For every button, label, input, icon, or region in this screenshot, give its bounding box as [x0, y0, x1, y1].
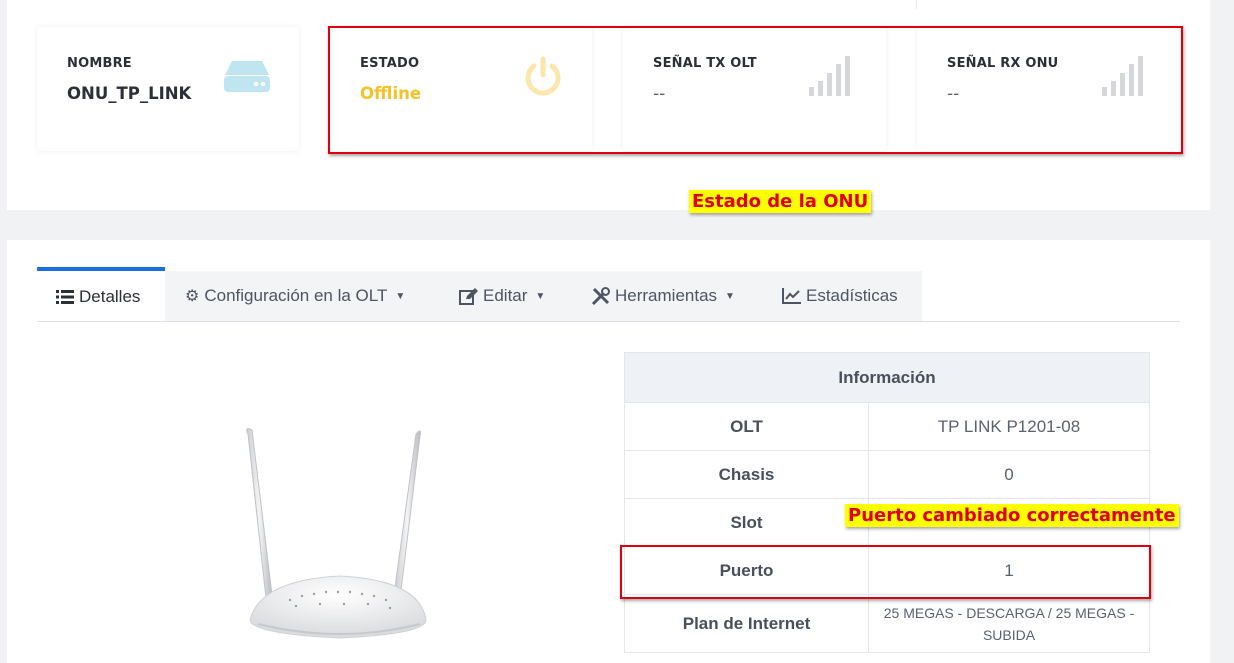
tab-editar-label: Editar	[483, 286, 528, 305]
tab-herramientas[interactable]: Herramientas ▼	[591, 271, 751, 321]
nombre-value: ONU_TP_LINK	[67, 84, 192, 103]
top-tab-stub	[916, 0, 1210, 9]
nombre-card: NOMBRE ONU_TP_LINK	[37, 27, 299, 151]
nombre-label: NOMBRE	[67, 56, 132, 71]
row-value-plan: 25 MEGAS - DESCARGA / 25 MEGAS - SUBIDA	[868, 594, 1150, 653]
row-value-chasis: 0	[868, 450, 1150, 499]
tab-herramientas-label: Herramientas	[615, 286, 718, 305]
tab-configuracion-label: Configuración en la OLT	[204, 286, 388, 305]
estado-annotation-box	[328, 26, 1183, 154]
table-row: Chasis 0	[624, 450, 1150, 499]
table-row: OLT TP LINK P1201-08	[624, 402, 1150, 451]
info-table-header: Información	[624, 352, 1150, 403]
tab-estadisticas[interactable]: Estadísticas	[782, 271, 920, 321]
table-row: Plan de Internet 25 MEGAS - DESCARGA / 2…	[624, 594, 1150, 653]
row-value-olt: TP LINK P1201-08	[868, 402, 1150, 451]
chart-icon	[782, 288, 801, 304]
server-icon	[224, 61, 270, 92]
edit-icon	[459, 287, 478, 305]
tab-detalles-label: Detalles	[79, 286, 141, 306]
chevron-down-icon: ▼	[395, 290, 406, 302]
tab-estadisticas-label: Estadísticas	[806, 286, 898, 305]
tab-editar[interactable]: Editar ▼	[459, 271, 559, 321]
row-key-olt: OLT	[624, 402, 869, 451]
estado-annotation-label: Estado de la ONU	[689, 190, 872, 213]
list-icon	[56, 289, 74, 304]
row-key-plan: Plan de Internet	[624, 594, 869, 653]
gear-icon: ⚙	[185, 288, 200, 305]
row-key-slot: Slot	[624, 498, 869, 547]
chevron-down-icon: ▼	[535, 290, 546, 302]
chevron-down-icon: ▼	[725, 290, 735, 302]
tools-icon	[591, 286, 610, 305]
tab-detalles[interactable]: Detalles	[37, 267, 165, 322]
info-table: Información OLT TP LINK P1201-08 Chasis …	[624, 352, 1150, 653]
tab-configuracion-olt[interactable]: ⚙ Configuración en la OLT ▼	[185, 271, 425, 321]
router-image	[246, 428, 427, 639]
row-key-chasis: Chasis	[624, 450, 869, 499]
puerto-annotation-label: Puerto cambiado correctamente	[845, 504, 1179, 527]
puerto-annotation-box	[620, 545, 1151, 599]
